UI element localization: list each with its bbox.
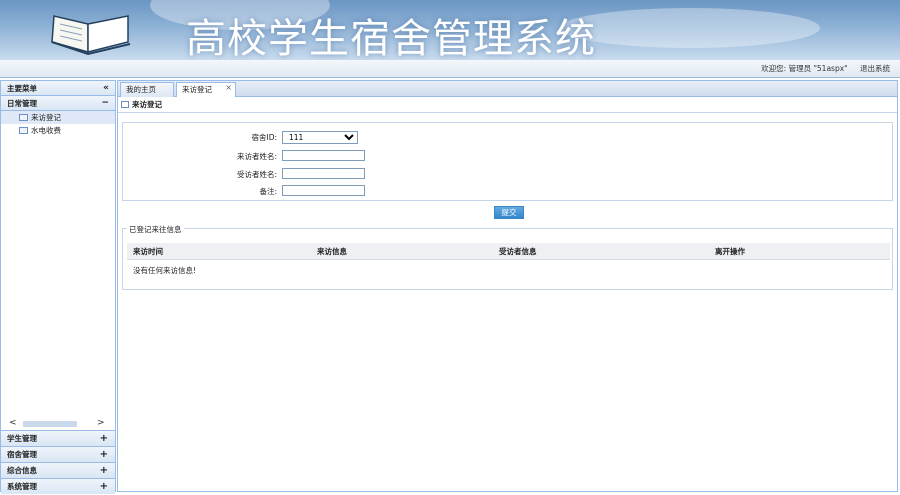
menu-group-daily[interactable]: 日常管理 − xyxy=(1,96,115,111)
sidebar-item-utility-fees[interactable]: 水电收费 xyxy=(1,124,115,137)
scroll-thumb[interactable] xyxy=(23,421,77,427)
table-icon xyxy=(19,114,28,121)
note-input[interactable] xyxy=(282,185,365,196)
empty-message-row: 没有任何来访信息! xyxy=(133,266,197,275)
accordion-label: 系统管理 xyxy=(7,482,37,491)
panel-title: 来访登记 xyxy=(132,100,162,109)
tab-label: 来访登记 xyxy=(182,85,212,94)
header-banner: 高校学生宿舍管理系统 xyxy=(0,0,900,60)
visit-form: 宿舍ID: 111 来访者姓名: 受访者姓名: 备注: xyxy=(122,122,893,201)
form-row-visitor: 来访者姓名: xyxy=(123,150,523,163)
expand-icon: + xyxy=(99,465,108,476)
expand-icon: + xyxy=(99,481,108,492)
records-table: 来访时间 来访信息 受访者信息 离开操作 没有任何来访信息! xyxy=(127,243,890,282)
accordion-label: 宿舍管理 xyxy=(7,450,37,459)
column-header: 受访者信息 xyxy=(499,247,537,256)
visitee-name-label: 受访者姓名: xyxy=(236,170,277,179)
column-header: 来访时间 xyxy=(133,247,163,256)
visitor-name-label: 来访者姓名: xyxy=(236,152,277,161)
dorm-id-select[interactable]: 111 xyxy=(282,131,358,144)
form-icon xyxy=(121,101,129,108)
accordion-label: 学生管理 xyxy=(7,434,37,443)
welcome-text: 欢迎您: 管理员 "51aspx" xyxy=(761,64,848,73)
accordion-label: 综合信息 xyxy=(7,466,37,475)
dorm-id-label: 宿舍ID: xyxy=(251,133,277,142)
tab-home[interactable]: 我的主页 xyxy=(120,82,174,97)
sidebar-horizontal-scrollbar[interactable]: < > xyxy=(1,418,115,429)
logout-link[interactable]: 退出系统 xyxy=(860,64,890,73)
main-content: 我的主页 来访登记 × 来访登记 宿舍ID: 111 来访者姓名: 受访者姓名:… xyxy=(117,80,898,492)
submit-button[interactable]: 提交 xyxy=(494,206,524,219)
records-legend: 已登记来往信息 xyxy=(127,224,184,235)
book-logo-icon xyxy=(51,15,131,56)
accordion-general-info[interactable]: 综合信息 + xyxy=(1,462,115,478)
visitor-name-input[interactable] xyxy=(282,150,365,161)
tab-label: 我的主页 xyxy=(126,85,156,94)
accordion-dorm-management[interactable]: 宿舍管理 + xyxy=(1,446,115,462)
table-icon xyxy=(19,127,28,134)
collapse-group-icon[interactable]: − xyxy=(101,96,109,111)
column-header: 离开操作 xyxy=(715,247,745,256)
visitee-name-input[interactable] xyxy=(282,168,365,179)
tab-bar: 我的主页 来访登记 × xyxy=(118,81,897,98)
sidebar-item-label: 来访登记 xyxy=(31,113,61,122)
scroll-right-icon[interactable]: > xyxy=(97,418,105,428)
form-row-dorm-id: 宿舍ID: 111 xyxy=(123,131,523,144)
form-row-note: 备注: xyxy=(123,185,523,198)
sidebar-item-label: 水电收费 xyxy=(31,126,61,135)
note-label: 备注: xyxy=(259,187,277,196)
sidebar-header: 主要菜单 « xyxy=(1,81,115,96)
accordion-student-management[interactable]: 学生管理 + xyxy=(1,430,115,446)
banner-cloud xyxy=(560,8,820,48)
page-title: 高校学生宿舍管理系统 xyxy=(186,16,596,60)
top-info-bar: 欢迎您: 管理员 "51aspx" 退出系统 xyxy=(0,60,900,78)
expand-icon: + xyxy=(99,433,108,444)
visit-records-fieldset: 已登记来往信息 来访时间 来访信息 受访者信息 离开操作 没有任何来访信息! xyxy=(122,224,893,290)
collapse-sidebar-icon[interactable]: « xyxy=(103,81,109,96)
sidebar: 主要菜单 « 日常管理 − 来访登记 水电收费 < > 学生管理 + 宿舍管理 … xyxy=(0,80,116,494)
scroll-left-icon[interactable]: < xyxy=(9,418,17,428)
form-row-visitee: 受访者姓名: xyxy=(123,168,523,181)
menu-group-label: 日常管理 xyxy=(7,99,37,108)
table-header: 来访时间 来访信息 受访者信息 离开操作 xyxy=(127,243,890,260)
sidebar-item-visit-register[interactable]: 来访登记 xyxy=(1,111,115,124)
expand-icon: + xyxy=(99,449,108,460)
panel-header: 来访登记 xyxy=(118,97,897,113)
tab-visit-register[interactable]: 来访登记 × xyxy=(176,82,236,98)
sidebar-title: 主要菜单 xyxy=(7,84,37,93)
column-header: 来访信息 xyxy=(317,247,347,256)
close-tab-icon[interactable]: × xyxy=(225,81,232,95)
